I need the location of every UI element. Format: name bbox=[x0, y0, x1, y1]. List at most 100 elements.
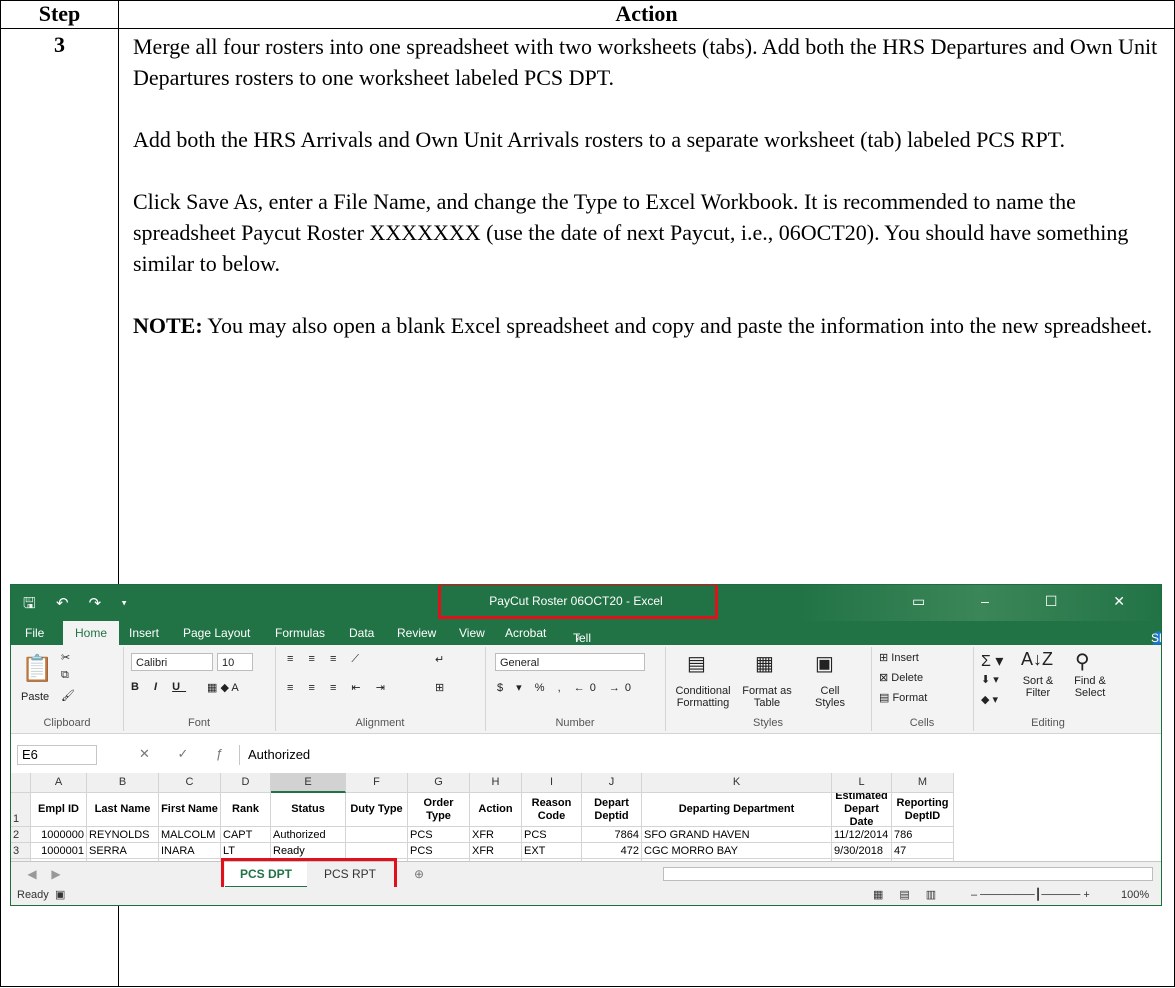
sort-filter-button[interactable]: Sort & Filter bbox=[1013, 675, 1063, 699]
column-heading[interactable]: Last Name bbox=[87, 793, 159, 827]
number-format-box[interactable]: General bbox=[495, 653, 645, 671]
horizontal-scrollbar[interactable] bbox=[663, 862, 1153, 886]
view-buttons[interactable]: ▦▤▥ bbox=[873, 888, 952, 901]
tab-data[interactable]: Data bbox=[349, 626, 374, 640]
column-heading[interactable]: Estimated Depart Date bbox=[832, 793, 892, 827]
table-cell[interactable]: 47 bbox=[892, 843, 954, 859]
table-cell[interactable]: PCS bbox=[408, 843, 470, 859]
table-cell[interactable]: 11/12/2014 bbox=[832, 827, 892, 843]
column-heading[interactable]: Departing Department bbox=[642, 793, 832, 827]
column-heading[interactable]: Depart Deptid bbox=[582, 793, 642, 827]
table-cell[interactable]: Authorized bbox=[271, 827, 346, 843]
table-cell[interactable]: Ready bbox=[271, 843, 346, 859]
macro-record-icon[interactable]: ▣ bbox=[55, 888, 65, 901]
autosum-icon[interactable]: Σ ▾ bbox=[981, 651, 1003, 671]
column-header[interactable]: K bbox=[642, 773, 832, 793]
tab-view[interactable]: View bbox=[459, 626, 485, 640]
column-heading[interactable]: Reporting DeptID bbox=[892, 793, 954, 827]
bold-italic-underline[interactable]: B I U bbox=[131, 681, 186, 693]
scroll-left-icon[interactable]: ◀ bbox=[23, 862, 41, 886]
table-cell[interactable]: 472 bbox=[582, 843, 642, 859]
quick-access-toolbar[interactable]: 🖫 ↶ ↷ ▾ bbox=[23, 593, 135, 618]
clear-icon[interactable]: ◆ ▾ bbox=[981, 693, 998, 706]
column-header[interactable]: B bbox=[87, 773, 159, 793]
table-cell[interactable]: SFO GRAND HAVEN bbox=[642, 827, 832, 843]
conditional-formatting-button[interactable]: Conditional Formatting bbox=[669, 685, 737, 709]
paste-button[interactable]: Paste bbox=[21, 691, 49, 703]
column-header[interactable]: J bbox=[582, 773, 642, 793]
tab-file[interactable]: File bbox=[25, 626, 44, 640]
insert-button[interactable]: ⊞ Insert bbox=[879, 651, 919, 664]
name-box[interactable]: E6 bbox=[17, 745, 97, 765]
tab-home[interactable]: Home bbox=[63, 621, 120, 645]
align-top-icon[interactable]: ≡ ≡ ≡ ⟋ bbox=[287, 653, 365, 666]
align-left-icon[interactable]: ≡ ≡ ≡ ⇤ ⇥ bbox=[287, 681, 391, 694]
font-size-box[interactable]: 10 bbox=[217, 653, 253, 671]
fill-icon[interactable]: ⬇ ▾ bbox=[981, 673, 999, 686]
table-cell[interactable]: 1000000 bbox=[31, 827, 87, 843]
fx-icon[interactable]: ✕ ✓ ƒ bbox=[139, 746, 235, 762]
column-heading[interactable]: Empl ID bbox=[31, 793, 87, 827]
scroll-right-icon[interactable]: ▶ bbox=[47, 862, 65, 886]
cell-styles-button[interactable]: Cell Styles bbox=[805, 685, 855, 709]
row-number[interactable]: 2 bbox=[11, 827, 31, 843]
wrap-text-icon[interactable]: ↵ bbox=[435, 653, 444, 666]
tab-page-layout[interactable]: Page Layout bbox=[183, 626, 250, 640]
column-heading[interactable]: Duty Type bbox=[346, 793, 408, 827]
column-header[interactable]: G bbox=[408, 773, 470, 793]
column-heading[interactable]: Action bbox=[470, 793, 522, 827]
table-cell[interactable] bbox=[346, 827, 408, 843]
column-heading[interactable]: First Name bbox=[159, 793, 221, 827]
column-header[interactable]: L bbox=[832, 773, 892, 793]
table-cell[interactable]: XFR bbox=[470, 827, 522, 843]
add-sheet-icon[interactable]: ⊕ bbox=[407, 862, 431, 886]
tab-review[interactable]: Review bbox=[397, 626, 436, 640]
column-header[interactable]: D bbox=[221, 773, 271, 793]
column-heading[interactable]: Order Type bbox=[408, 793, 470, 827]
currency-icon[interactable]: $ ▾ % , ←0 →0 bbox=[497, 681, 636, 694]
delete-button[interactable]: ⊠ Delete bbox=[879, 671, 923, 684]
row-number[interactable]: 1 bbox=[11, 793, 31, 827]
column-header[interactable]: C bbox=[159, 773, 221, 793]
table-cell[interactable]: SERRA bbox=[87, 843, 159, 859]
table-cell[interactable]: PCS bbox=[522, 827, 582, 843]
table-cell[interactable]: EXT bbox=[522, 843, 582, 859]
table-cell[interactable]: 1000001 bbox=[31, 843, 87, 859]
fill-color-icon[interactable]: ▦ ◆ A bbox=[207, 681, 239, 694]
copy-icon[interactable]: ⧉ bbox=[61, 669, 69, 682]
table-cell[interactable]: PCS bbox=[408, 827, 470, 843]
find-select-button[interactable]: Find & Select bbox=[1065, 675, 1115, 699]
table-cell[interactable]: INARA bbox=[159, 843, 221, 859]
table-cell[interactable]: CAPT bbox=[221, 827, 271, 843]
column-header[interactable]: F bbox=[346, 773, 408, 793]
column-header[interactable]: I bbox=[522, 773, 582, 793]
font-name-box[interactable]: Calibri bbox=[131, 653, 213, 671]
column-heading[interactable]: Reason Code bbox=[522, 793, 582, 827]
table-cell[interactable]: CGC MORRO BAY bbox=[642, 843, 832, 859]
column-heading[interactable]: Status bbox=[271, 793, 346, 827]
formula-input[interactable]: Authorized bbox=[239, 745, 1153, 765]
tab-acrobat[interactable]: Acrobat bbox=[505, 626, 546, 640]
column-heading[interactable]: Rank bbox=[221, 793, 271, 827]
column-header[interactable]: M bbox=[892, 773, 954, 793]
table-cell[interactable] bbox=[346, 843, 408, 859]
window-controls[interactable]: ▭ – ☐ ✕ bbox=[912, 593, 1151, 610]
merge-center-icon[interactable]: ⊞ bbox=[435, 681, 444, 694]
column-header[interactable]: E bbox=[271, 773, 346, 793]
cut-icon[interactable]: ✂ bbox=[61, 651, 70, 664]
row-number[interactable]: 3 bbox=[11, 843, 31, 859]
format-button[interactable]: ▤ Format bbox=[879, 691, 927, 704]
table-cell[interactable]: REYNOLDS bbox=[87, 827, 159, 843]
format-as-table-button[interactable]: Format as Table bbox=[739, 685, 795, 709]
tab-insert[interactable]: Insert bbox=[129, 626, 159, 640]
format-painter-icon[interactable]: 🖌 bbox=[61, 689, 75, 702]
table-cell[interactable]: MALCOLM bbox=[159, 827, 221, 843]
tab-formulas[interactable]: Formulas bbox=[275, 626, 325, 640]
column-header[interactable]: H bbox=[470, 773, 522, 793]
column-header[interactable]: A bbox=[31, 773, 87, 793]
table-cell[interactable]: 7864 bbox=[582, 827, 642, 843]
zoom-slider[interactable]: – ───────┃───── + bbox=[971, 888, 1090, 901]
table-cell[interactable]: 786 bbox=[892, 827, 954, 843]
table-cell[interactable]: LT bbox=[221, 843, 271, 859]
select-all-corner[interactable] bbox=[11, 773, 31, 793]
